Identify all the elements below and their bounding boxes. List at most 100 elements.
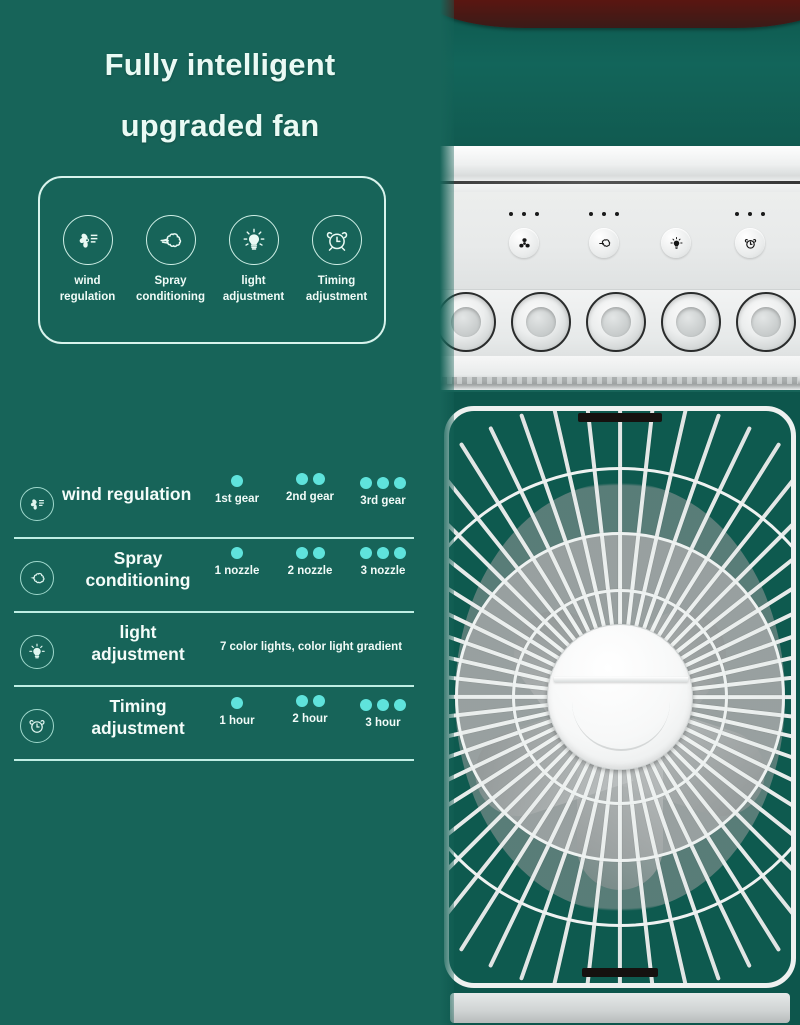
spec-note-light: 7 color lights, color light gradient — [219, 641, 403, 653]
level-3: 3rd gear — [350, 475, 416, 507]
indicator-dot — [602, 212, 606, 216]
dot — [377, 476, 389, 489]
indicator-dots — [726, 210, 774, 218]
level-label: 1st gear — [214, 493, 260, 505]
grille-bottom-clip — [582, 968, 658, 977]
dot — [231, 696, 243, 709]
bulb-icon[interactable] — [661, 228, 691, 258]
spec-row-light: light adjustment 7 color lights, color l… — [14, 613, 414, 687]
indicator-dot — [748, 212, 752, 216]
fan-hub-cap — [547, 624, 693, 770]
level-label: 3 hour — [365, 717, 401, 729]
level-1: 1 nozzle — [204, 545, 270, 577]
dot — [360, 698, 372, 711]
feature-label-wind: wind regulation — [59, 275, 116, 303]
indicator-dot — [522, 212, 526, 216]
feature-item-timing[interactable]: Timing adjustment — [296, 215, 378, 305]
product-photo — [440, 0, 800, 1025]
indicator-dot — [589, 212, 593, 216]
indicator-dot — [761, 212, 765, 216]
fan-frame — [444, 406, 796, 988]
level-2: 2 hour — [277, 693, 343, 729]
feature-label-light: light adjustment — [222, 275, 285, 303]
spec-list: wind regulation 1st gear 2nd gear 3rd ge… — [14, 465, 414, 761]
indicator-dots — [500, 210, 548, 218]
spec-name-spray: Spray conditioning — [85, 548, 191, 591]
dot-group — [231, 695, 243, 710]
grille-top-slot — [578, 413, 662, 422]
feature-label-spray: Spray conditioning — [136, 275, 205, 303]
product-shelf — [440, 356, 800, 390]
feature-label-timing: Timing adjustment — [305, 275, 368, 303]
level-label: 3rd gear — [360, 495, 406, 507]
level-label: 1 hour — [219, 715, 255, 727]
level-label: 3 nozzle — [360, 565, 406, 577]
spec-row-wind: wind regulation 1st gear 2nd gear 3rd ge… — [14, 465, 414, 539]
spray-icon — [145, 215, 196, 266]
dot — [231, 546, 243, 559]
fan-icon[interactable] — [509, 228, 539, 258]
spec-levels-timing: 1 hour 2 hour 3 hour — [204, 693, 416, 729]
dot — [360, 476, 372, 489]
feature-item-spray[interactable]: Spray conditioning — [130, 215, 212, 305]
dot — [312, 546, 325, 559]
level-2: 2 nozzle — [277, 545, 343, 577]
control-button-timer[interactable] — [726, 210, 774, 258]
product-upper-body — [440, 8, 800, 148]
indicator-dots — [652, 210, 700, 218]
spec-name-light: light adjustment — [91, 622, 185, 665]
indicator-dots — [580, 210, 628, 218]
control-button-fan[interactable] — [500, 210, 548, 258]
dot — [377, 546, 389, 559]
level-label: 2 hour — [292, 713, 328, 725]
timer-icon — [20, 709, 54, 743]
feature-card: wind regulation Spray conditioning light… — [38, 176, 386, 344]
page-title: Fully intelligent upgraded fan — [0, 34, 440, 157]
spec-levels-spray: 1 nozzle 2 nozzle 3 nozzle — [204, 545, 416, 577]
vent-knob[interactable] — [661, 292, 721, 352]
spec-name-timing: Timing adjustment — [91, 696, 185, 739]
feature-item-wind[interactable]: wind regulation — [47, 215, 129, 305]
dot-group — [231, 545, 243, 560]
vent-knob-row — [440, 290, 800, 362]
dot — [312, 694, 325, 707]
dot-group — [360, 475, 406, 490]
dot — [394, 698, 406, 711]
level-1: 1st gear — [204, 473, 270, 507]
product-base-strip — [450, 993, 790, 1023]
vent-knob[interactable] — [586, 292, 646, 352]
product-lid — [440, 146, 800, 194]
level-label: 2 nozzle — [287, 565, 333, 577]
vent-knob[interactable] — [511, 292, 571, 352]
control-button-spray[interactable] — [580, 210, 628, 258]
feature-item-light[interactable]: light adjustment — [213, 215, 295, 305]
timer-icon[interactable] — [735, 228, 765, 258]
title-line-1: Fully intelligent — [104, 47, 336, 82]
dot-group — [295, 545, 325, 560]
vent-knob[interactable] — [736, 292, 796, 352]
dot-group — [360, 545, 406, 560]
photo-left-edge — [440, 0, 454, 1025]
spec-row-timing: Timing adjustment 1 hour 2 hour 3 hour — [14, 687, 414, 761]
control-button-group — [440, 192, 800, 290]
level-2: 2nd gear — [277, 471, 343, 507]
dot — [295, 472, 308, 485]
control-button-bulb[interactable] — [652, 210, 700, 258]
spec-name-wind: wind regulation — [62, 484, 192, 504]
dot — [377, 698, 389, 711]
level-label: 2nd gear — [286, 491, 334, 503]
dot — [394, 546, 406, 559]
timer-icon — [311, 215, 362, 266]
dot — [295, 546, 308, 559]
dot-group — [360, 697, 406, 712]
dot — [295, 694, 308, 707]
spray-icon[interactable] — [589, 228, 619, 258]
level-1: 1 hour — [204, 695, 270, 729]
indicator-dot — [735, 212, 739, 216]
bulb-icon — [20, 635, 54, 669]
dot — [312, 472, 325, 485]
level-3: 3 hour — [350, 697, 416, 729]
fan-icon — [20, 487, 54, 521]
dot — [231, 474, 243, 487]
dot-group — [295, 693, 325, 708]
